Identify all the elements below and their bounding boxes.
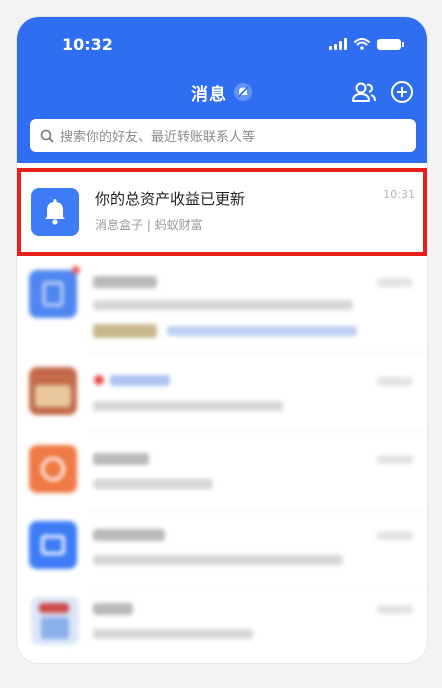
search-input[interactable]: 搜索你的好友、最近转账联系人等 [30, 119, 416, 152]
blurred-title [110, 375, 170, 386]
highlighted-message-row[interactable]: 你的总资产收益已更新 消息盒子 | 蚂蚁财富 10:31 [17, 168, 427, 256]
search-icon [40, 129, 54, 143]
bell-icon [31, 188, 79, 236]
blurred-title [93, 529, 165, 541]
avatar [29, 367, 77, 415]
blurred-preview [93, 401, 283, 411]
app-icon [29, 445, 77, 493]
status-icons [329, 38, 404, 50]
blurred-preview [93, 479, 213, 489]
blurred-title [93, 276, 157, 288]
app-icon [29, 521, 77, 569]
battery-icon [377, 38, 404, 50]
blurred-thumbnails [93, 324, 157, 338]
search-placeholder: 搜索你的好友、最近转账联系人等 [60, 130, 256, 145]
phone-screen: 10:32 消息 搜索你的好友、最近转账联系人等 你的总资产收益已更新 消息盒子… [17, 17, 427, 663]
message-time: 10:31 [383, 188, 415, 201]
blurred-time [377, 605, 413, 614]
divider [89, 587, 427, 588]
message-title: 你的总资产收益已更新 [95, 190, 246, 208]
unread-dot [72, 266, 80, 274]
app-icon [31, 597, 79, 645]
mute-bell-icon[interactable] [233, 82, 253, 102]
blurred-time [377, 278, 413, 287]
blurred-time [377, 377, 413, 386]
signal-icon [329, 38, 347, 50]
blurred-preview [93, 555, 343, 565]
app-header: 10:32 消息 搜索你的好友、最近转账联系人等 [17, 17, 427, 163]
blurred-link [167, 326, 357, 336]
blurred-time [377, 455, 413, 464]
blurred-preview [93, 629, 253, 639]
add-circle-icon[interactable] [389, 79, 415, 105]
divider [89, 511, 427, 512]
app-icon [29, 270, 77, 318]
divider [89, 431, 427, 432]
contacts-icon[interactable] [351, 79, 377, 105]
heart-icon [94, 375, 104, 385]
blurred-title [93, 453, 149, 465]
message-subtitle: 消息盒子 | 蚂蚁财富 [95, 218, 203, 232]
page-title: 消息 [191, 84, 227, 105]
wifi-icon [354, 38, 370, 50]
blurred-time [377, 531, 413, 540]
divider [89, 353, 427, 354]
blurred-title [93, 603, 133, 615]
blurred-preview [93, 300, 353, 310]
status-time: 10:32 [62, 35, 113, 54]
